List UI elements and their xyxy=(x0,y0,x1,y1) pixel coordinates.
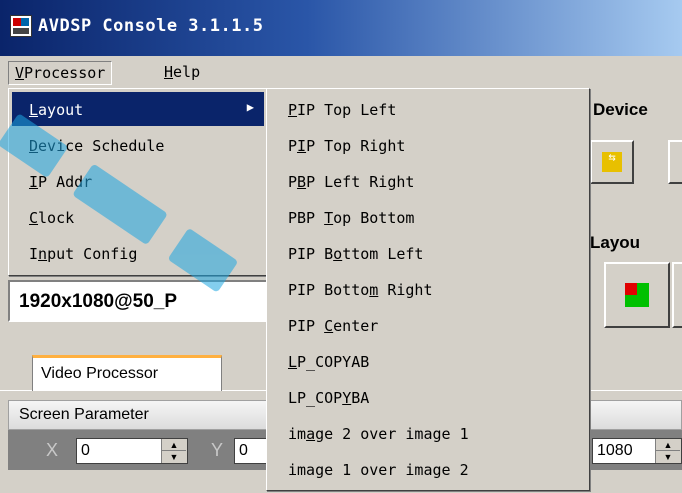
menu-item-device-schedule[interactable]: Device Schedule xyxy=(12,128,264,162)
menu-item-ip-addr[interactable]: IP Addr xyxy=(12,164,264,198)
window-title: AVDSP Console 3.1.1.5 xyxy=(38,16,264,36)
submenu-item-image2-over-image1[interactable]: image 2 over image 1 xyxy=(271,416,585,450)
spin-down-icon[interactable]: ▼ xyxy=(656,451,680,463)
device-group-title: Device xyxy=(593,100,648,119)
layout-submenu: PIP Top Left PIP Top Right PBP Left Righ… xyxy=(266,88,590,491)
submenu-item-pbp-top-bottom[interactable]: PBP Top Bottom xyxy=(271,200,585,234)
submenu-item-pip-bottom-right[interactable]: PIP Bottom Right xyxy=(271,272,585,306)
submenu-item-lp-copyab[interactable]: LP_COPYAB xyxy=(271,344,585,378)
x-label: X xyxy=(46,440,59,460)
submenu-item-pbp-left-right[interactable]: PBP Left Right xyxy=(271,164,585,198)
x-spinner[interactable]: ▲ ▼ xyxy=(161,439,187,463)
submenu-item-pip-center[interactable]: PIP Center xyxy=(271,308,585,342)
y-label: Y xyxy=(211,440,224,460)
submenu-item-pip-top-left[interactable]: PIP Top Left xyxy=(271,92,585,126)
tab-video-processor[interactable]: Video Processor xyxy=(32,355,222,391)
spin-up-icon[interactable]: ▲ xyxy=(656,439,680,451)
height-spinner[interactable]: ▲ ▼ xyxy=(655,439,681,463)
layout-group-title: Layou xyxy=(590,233,641,252)
submenu-item-pip-top-right[interactable]: PIP Top Right xyxy=(271,128,585,162)
device-button-2[interactable] xyxy=(668,140,682,184)
submenu-item-pip-bottom-left[interactable]: PIP Bottom Left xyxy=(271,236,585,270)
spin-up-icon[interactable]: ▲ xyxy=(162,439,186,451)
spin-down-icon[interactable]: ▼ xyxy=(162,451,186,463)
title-bar: AVDSP Console 3.1.1.5 xyxy=(0,0,682,56)
layout-button-2[interactable] xyxy=(672,262,682,328)
menu-item-input-config[interactable]: Input Config xyxy=(12,236,264,270)
submenu-item-image1-over-image2[interactable]: image 1 over image 2 xyxy=(271,452,585,486)
triangle-right-icon: ▶ xyxy=(246,100,254,114)
app-icon[interactable] xyxy=(10,15,32,37)
menu-bar: VProcessor Help xyxy=(0,56,682,90)
submenu-item-lp-copyba[interactable]: LP_COPYBA xyxy=(271,380,585,414)
menu-vprocessor[interactable]: VProcessor xyxy=(8,61,113,85)
x-input[interactable]: 0 ▲ ▼ xyxy=(76,438,188,464)
menu-item-clock[interactable]: Clock xyxy=(12,200,264,234)
height-input[interactable]: 1080 ▲ ▼ xyxy=(592,438,682,464)
resolution-field[interactable]: 1920x1080@50_P xyxy=(8,280,270,322)
menu-help[interactable]: Help xyxy=(158,61,206,85)
vprocessor-menu: Layout ▶ Device Schedule IP Addr Clock In… xyxy=(8,88,268,276)
layout-button[interactable] xyxy=(604,262,670,328)
swap-button[interactable]: ⇆ xyxy=(590,140,634,184)
menu-item-layout[interactable]: Layout ▶ xyxy=(12,92,264,126)
